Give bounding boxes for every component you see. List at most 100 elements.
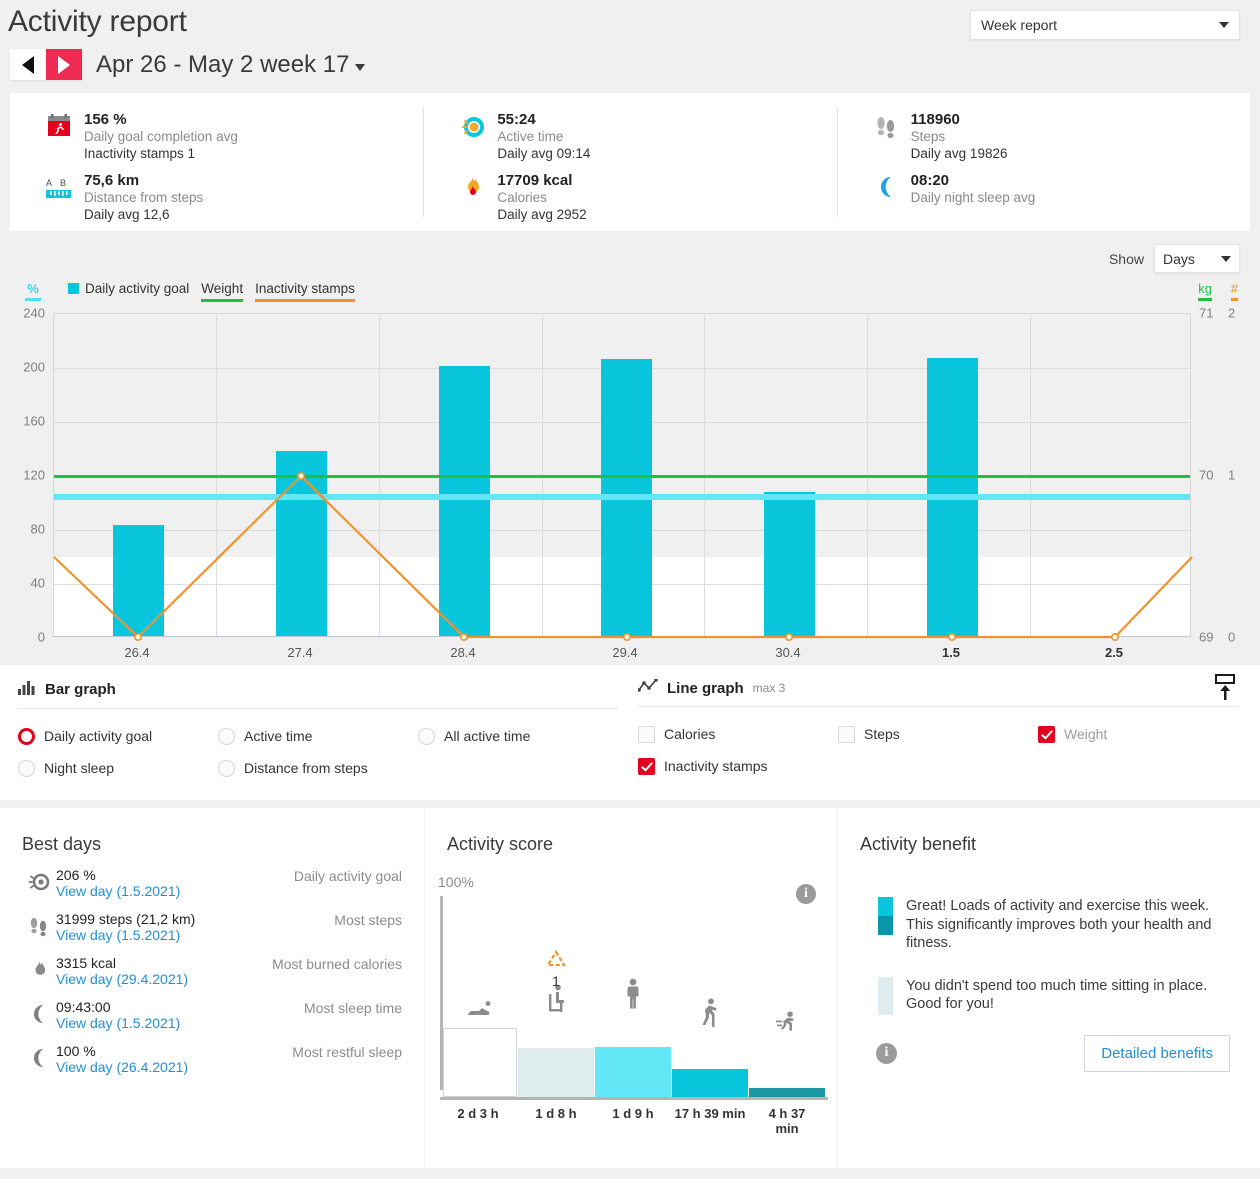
y-axis-right-kg-labels: 71 70 69 — [1199, 306, 1229, 645]
show-granularity-select[interactable]: Days — [1154, 244, 1240, 273]
best-day-row: 09:43:00 View day (1.5.2021) Most sleep … — [0, 993, 424, 1037]
summary-value: 08:20 — [910, 172, 950, 189]
view-day-link[interactable]: View day (1.5.2021) — [56, 883, 294, 899]
legend-label: Weight — [201, 281, 244, 302]
option-label: Distance from steps — [244, 760, 368, 776]
previous-week-button[interactable] — [10, 49, 46, 80]
summary-item-distance: A B 75,6 km Distance from steps Daily av… — [10, 168, 423, 229]
view-day-link[interactable]: View day (26.4.2021) — [56, 1059, 292, 1075]
as-x-label: 17 h 39 min — [674, 1106, 746, 1121]
week-range-dropdown[interactable]: Apr 26 - May 2 week 17 — [96, 51, 366, 79]
option-label: Active time — [244, 728, 313, 744]
chart-plot-area[interactable] — [53, 313, 1193, 641]
view-day-link[interactable]: View day (1.5.2021) — [56, 927, 334, 943]
as-x-label: 1 d 8 h — [535, 1106, 577, 1121]
checkbox-weight[interactable]: Weight — [1038, 718, 1238, 750]
line-graph-max-note: max 3 — [752, 681, 786, 695]
y-tick: 0 — [37, 629, 45, 645]
next-week-button[interactable] — [46, 49, 82, 80]
line-graph-selector: Line graph max 3 Calories Steps Weight I… — [637, 678, 1238, 782]
option-label: Calories — [664, 726, 716, 742]
as-bar-lying[interactable] — [443, 1028, 517, 1097]
view-day-link[interactable]: View day (29.4.2021) — [56, 971, 272, 987]
x-tick: 29.4 — [612, 645, 638, 660]
summary-label: Daily night sleep avg — [910, 190, 1036, 206]
activity-score-y-max-label: 100% — [438, 874, 474, 890]
summary-value: 55:24 — [497, 111, 536, 128]
as-bar-running[interactable] — [749, 1088, 825, 1097]
summary-item-daily-goal: 156 % Daily goal completion avg Inactivi… — [10, 107, 423, 168]
chart-legend: Daily activity goal Weight Inactivity st… — [68, 281, 355, 302]
export-icon[interactable] — [1212, 673, 1238, 708]
legend-item-inactivity-stamps[interactable]: Inactivity stamps — [255, 281, 355, 302]
chart-plot-wrapper: 240 200 160 120 80 40 0 71 70 69 2 1 0 2… — [0, 305, 1260, 661]
summary-item-calories: 17709 kcal Calories Daily avg 2952 — [423, 168, 836, 229]
best-days-panel: Best days 206 % View day (1.5.2021) Dail… — [0, 808, 424, 1168]
checkbox-steps[interactable]: Steps — [838, 718, 1038, 750]
as-bar-sitting[interactable] — [518, 1048, 594, 1097]
radio-all-active-time[interactable]: All active time — [418, 720, 618, 752]
best-day-value: 206 % — [56, 867, 96, 883]
legend-item-daily-activity-goal[interactable]: Daily activity goal — [68, 281, 189, 296]
summary-sub: Inactivity stamps 1 — [84, 145, 196, 161]
best-day-value: 09:43:00 — [56, 999, 111, 1015]
option-label: Inactivity stamps — [664, 758, 768, 774]
as-bar-standing[interactable] — [595, 1047, 671, 1097]
data-point — [784, 632, 793, 641]
svg-text:B: B — [60, 178, 66, 188]
view-day-link[interactable]: View day (1.5.2021) — [56, 1015, 304, 1031]
summary-column-3: 118960 Steps Daily avg 19826 08:20 Daily… — [836, 93, 1250, 231]
line-graph-options: Calories Steps Weight Inactivity stamps — [638, 707, 1238, 782]
info-icon[interactable]: i — [876, 1042, 897, 1064]
report-type-select[interactable]: Week report — [970, 10, 1240, 40]
footsteps-icon — [22, 911, 56, 939]
y-tick: 240 — [23, 305, 45, 321]
data-point — [622, 632, 631, 641]
summary-value: 75,6 km — [84, 172, 140, 189]
summary-label: Steps — [910, 129, 946, 145]
summary-item-sleep: 08:20 Daily night sleep avg — [837, 168, 1250, 229]
activity-score-x-axis — [440, 1097, 828, 1100]
moon-icon — [871, 172, 901, 225]
standing-icon — [624, 978, 642, 1015]
legend-label: Inactivity stamps — [255, 281, 355, 302]
best-day-value: 3315 kcal — [56, 955, 116, 971]
as-x-label: 4 h 37 min — [768, 1106, 806, 1136]
radio-daily-activity-goal[interactable]: Daily activity goal — [18, 720, 218, 752]
bar-graph-header: Bar graph — [18, 679, 618, 709]
running-icon — [775, 1011, 799, 1042]
summary-sub: Daily avg 19826 — [910, 145, 1008, 161]
radio-icon — [418, 727, 435, 745]
flame-icon — [457, 172, 487, 225]
option-label: Weight — [1064, 726, 1108, 742]
legend-item-weight[interactable]: Weight — [201, 281, 244, 302]
checkbox-icon — [838, 725, 855, 743]
report-type-value: Week report — [981, 17, 1057, 33]
summary-column-1: 156 % Daily goal completion avg Inactivi… — [10, 93, 423, 231]
detailed-benefits-button[interactable]: Detailed benefits — [1084, 1034, 1230, 1072]
as-bar-walking[interactable] — [672, 1069, 748, 1097]
data-point — [947, 632, 956, 641]
checkbox-calories[interactable]: Calories — [638, 718, 838, 750]
option-label: Night sleep — [44, 760, 115, 776]
checkbox-icon — [638, 725, 655, 743]
best-day-label: Most restful sleep — [292, 1044, 402, 1060]
x-tick: 30.4 — [775, 645, 801, 660]
radio-active-time[interactable]: Active time — [218, 720, 418, 752]
bar-graph-title: Bar graph — [45, 680, 116, 698]
checkbox-inactivity-stamps[interactable]: Inactivity stamps — [638, 750, 838, 782]
y-axis-left-unit: % — [25, 281, 41, 301]
as-x-label: 2 d 3 h — [457, 1106, 499, 1121]
best-day-value: 100 % — [56, 1043, 96, 1059]
summary-item-active-time: 55:24 Active time Daily avg 09:14 — [423, 107, 836, 168]
y-axis-left-labels: 240 200 160 120 80 40 0 — [0, 306, 45, 645]
chevron-down-icon — [355, 64, 366, 71]
inactivity-stamp-badge: 1 — [545, 949, 567, 989]
radio-night-sleep[interactable]: Night sleep — [18, 752, 218, 784]
data-point — [459, 632, 468, 641]
radio-distance-from-steps[interactable]: Distance from steps — [218, 752, 418, 784]
y-tick-kg: 71 — [1199, 305, 1214, 321]
option-label: All active time — [444, 728, 531, 744]
x-tick: 27.4 — [287, 645, 313, 660]
walking-icon — [699, 998, 721, 1033]
